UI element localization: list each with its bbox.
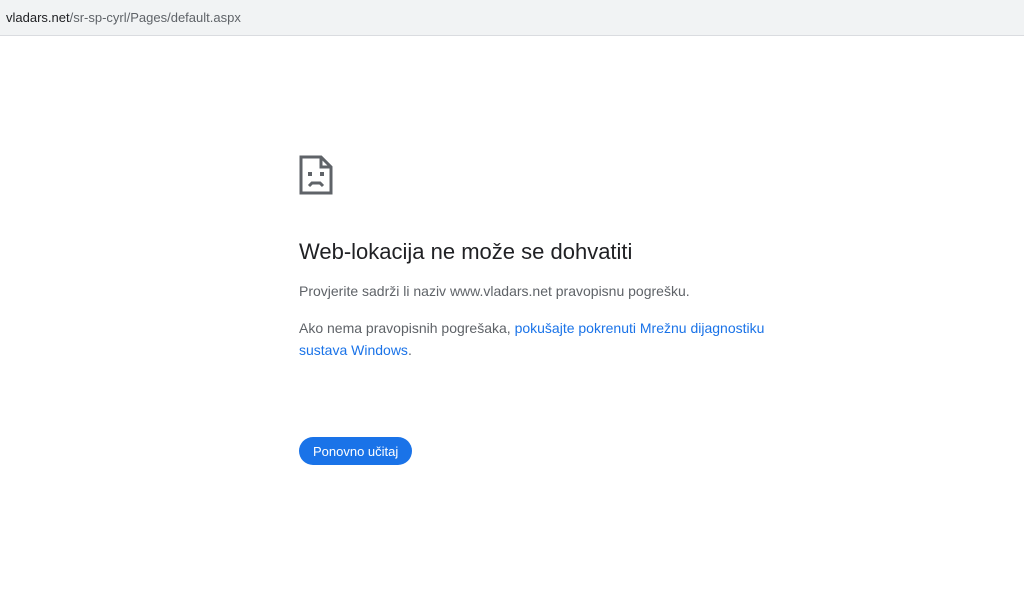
error-title: Web-lokacija ne može se dohvatiti xyxy=(299,239,633,264)
error-hint-suffix: . xyxy=(407,342,412,358)
error-message: Provjerite sadrži li naziv www.vladars.n… xyxy=(299,283,690,299)
error-hint-prefix: Ako nema pravopisnih pogrešaka, xyxy=(299,320,515,336)
reload-button[interactable]: Ponovno učitaj xyxy=(299,437,413,465)
url-host: vladars.net xyxy=(6,10,70,25)
url-path: /sr-sp-cyrl/Pages/default.aspx xyxy=(69,10,241,25)
error-hint: Ako nema pravopisnih pogrešaka, pokušajt… xyxy=(299,317,809,361)
url-text[interactable]: vladars.net/sr-sp-cyrl/Pages/default.asp… xyxy=(6,10,241,25)
address-bar[interactable]: vladars.net/sr-sp-cyrl/Pages/default.asp… xyxy=(0,0,1024,36)
sad-page-icon xyxy=(299,155,333,195)
